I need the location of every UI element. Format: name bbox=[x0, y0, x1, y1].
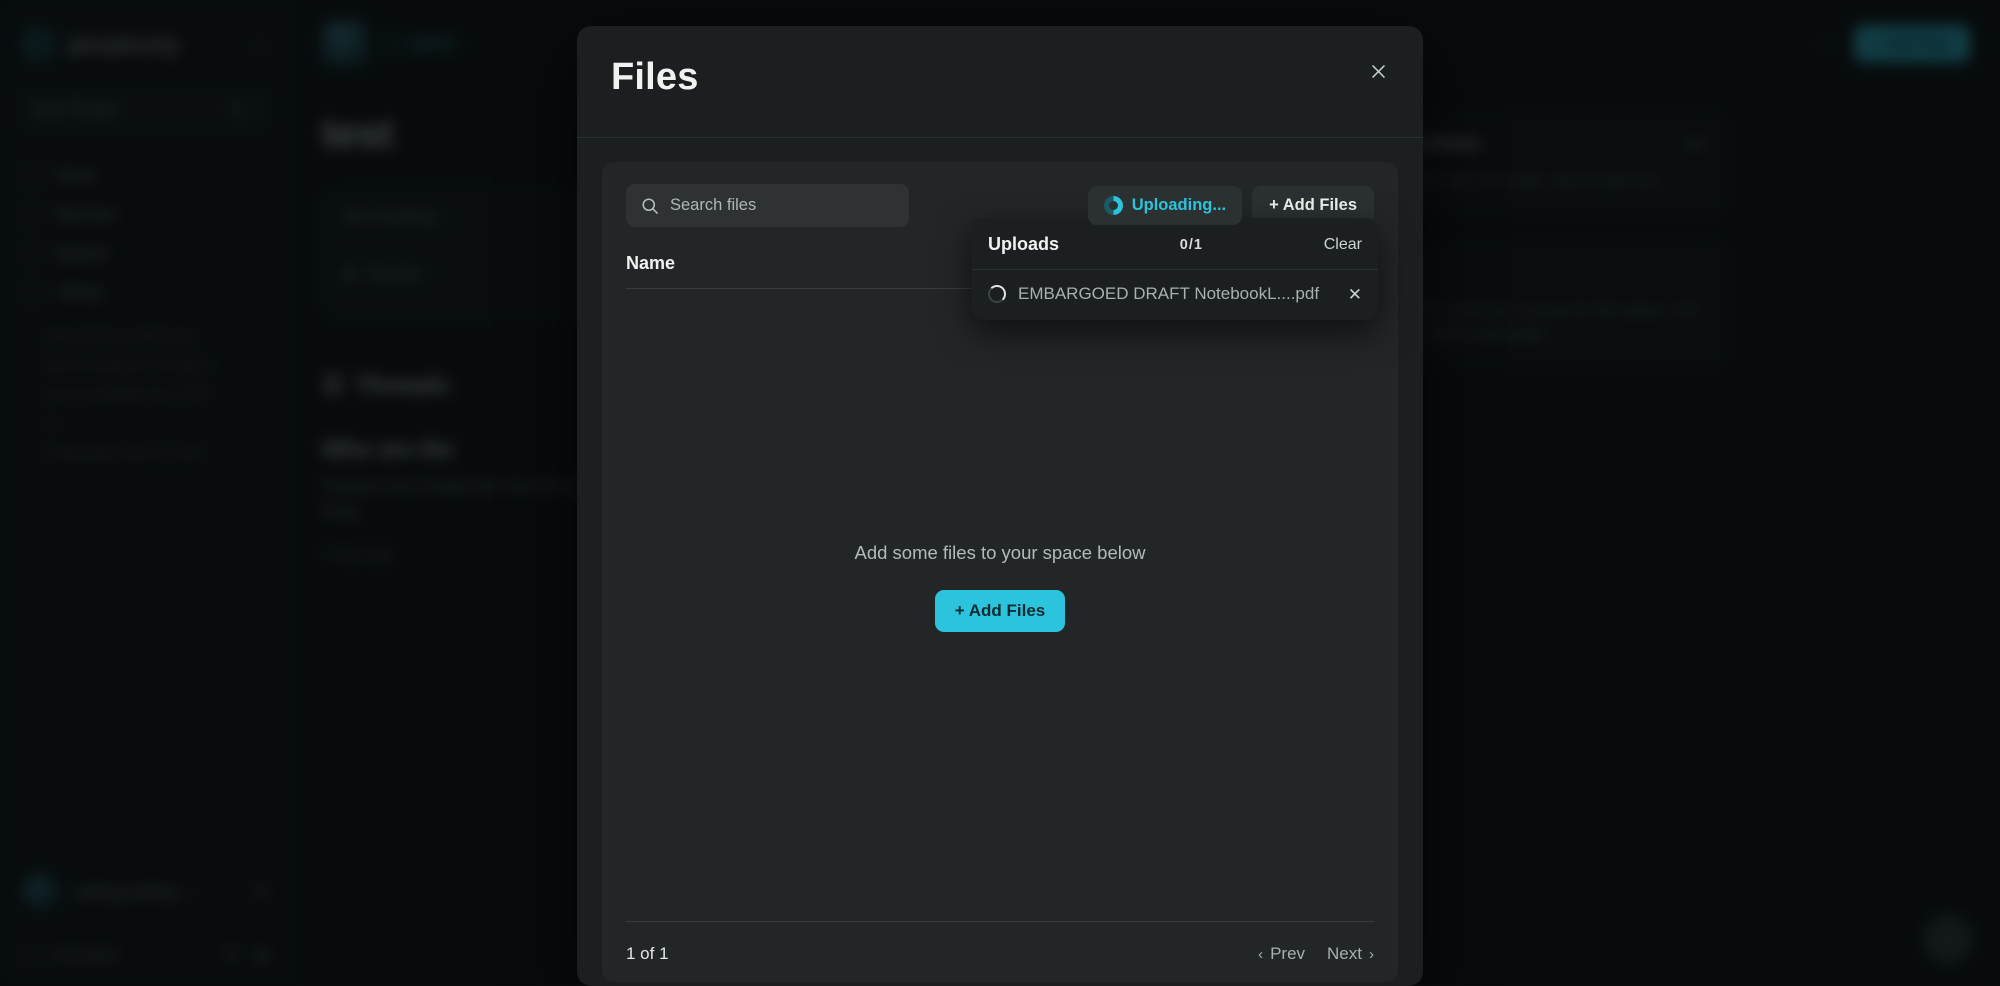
search-input[interactable] bbox=[670, 196, 895, 215]
next-page-label: Next bbox=[1327, 944, 1362, 964]
uploading-status-button[interactable]: Uploading... bbox=[1088, 186, 1242, 225]
uploads-popover-header: Uploads 0/1 Clear bbox=[972, 218, 1378, 270]
footer-row: 1 of 1 ‹ Prev Next › bbox=[626, 922, 1374, 964]
add-files-button-cta[interactable]: + Add Files bbox=[935, 590, 1066, 632]
upload-progress-icon bbox=[1104, 196, 1123, 215]
close-icon[interactable] bbox=[1363, 56, 1393, 86]
chevron-right-icon: › bbox=[1369, 946, 1374, 963]
search-field[interactable] bbox=[626, 184, 909, 227]
uploads-title: Uploads bbox=[988, 234, 1059, 255]
page-indicator: 1 of 1 bbox=[626, 944, 669, 964]
modal-body: Uploading... + Add Files Uploads 0/1 Cle… bbox=[577, 138, 1423, 982]
uploading-label: Uploading... bbox=[1132, 196, 1226, 215]
upload-item-row: EMBARGOED DRAFT NotebookL....pdf ✕ bbox=[972, 270, 1378, 320]
upload-file-name: EMBARGOED DRAFT NotebookL....pdf bbox=[1018, 284, 1336, 304]
spinner-icon bbox=[988, 285, 1006, 303]
pagination: ‹ Prev Next › bbox=[1258, 944, 1374, 964]
files-empty-state: Add some files to your space below + Add… bbox=[602, 542, 1398, 632]
chevron-left-icon: ‹ bbox=[1258, 946, 1263, 963]
next-page-button[interactable]: Next › bbox=[1327, 944, 1374, 964]
modal-header: Files bbox=[577, 26, 1423, 138]
files-footer: 1 of 1 ‹ Prev Next › bbox=[626, 921, 1374, 964]
uploads-count: 0/1 bbox=[1180, 237, 1203, 253]
files-card: Uploading... + Add Files Uploads 0/1 Cle… bbox=[602, 162, 1398, 982]
prev-page-button[interactable]: ‹ Prev bbox=[1258, 944, 1305, 964]
modal-title: Files bbox=[611, 56, 1389, 99]
uploads-popover: Uploads 0/1 Clear EMBARGOED DRAFT Notebo… bbox=[972, 218, 1378, 320]
uploads-clear-button[interactable]: Clear bbox=[1324, 236, 1362, 254]
remove-upload-icon[interactable]: ✕ bbox=[1348, 286, 1362, 303]
search-icon bbox=[640, 196, 660, 216]
prev-page-label: Prev bbox=[1270, 944, 1305, 964]
empty-state-message: Add some files to your space below bbox=[854, 542, 1145, 564]
column-header-name: Name bbox=[626, 253, 675, 273]
files-modal: Files Uploading... bbox=[577, 26, 1423, 986]
